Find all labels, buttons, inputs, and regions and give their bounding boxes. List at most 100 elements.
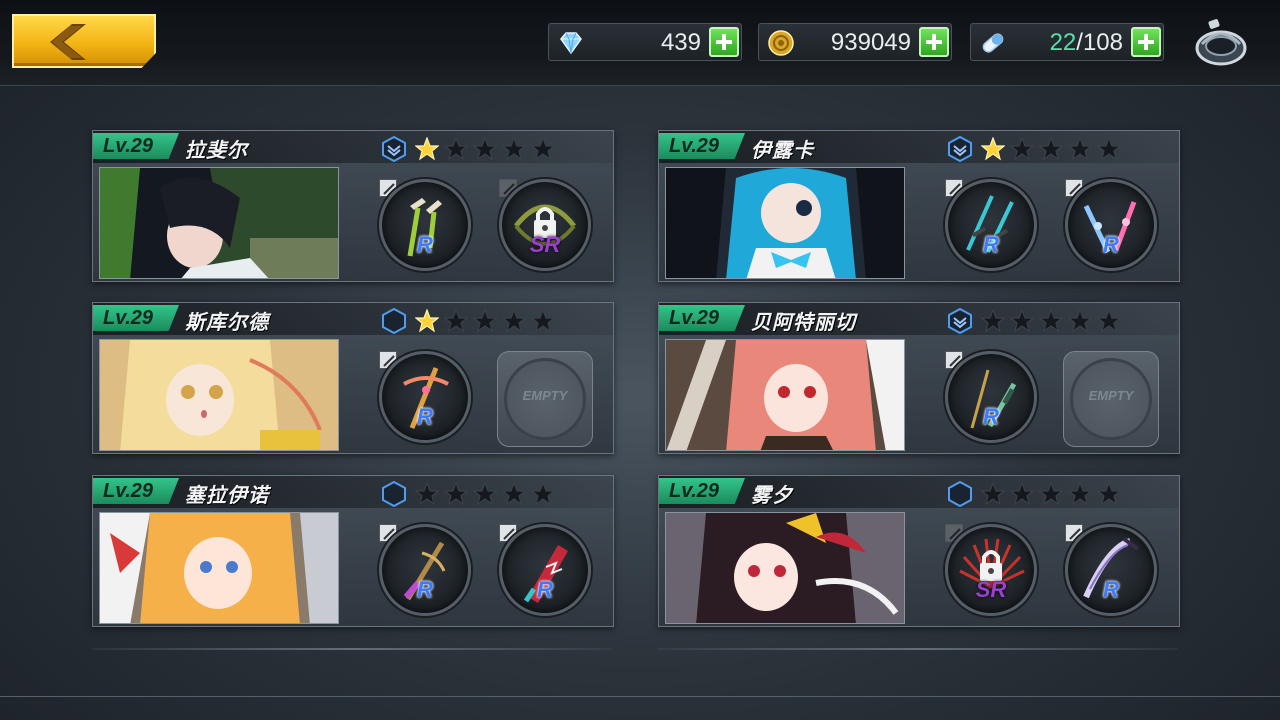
- star-rating: [415, 137, 555, 161]
- character-card[interactable]: Lv.29 塞拉伊诺 R R: [92, 475, 614, 627]
- star-rating: [415, 309, 555, 333]
- star-icon: [444, 482, 468, 506]
- equipment-slot-2[interactable]: R: [1065, 179, 1157, 271]
- star-icon: [981, 137, 1005, 161]
- coin-icon: [768, 30, 794, 56]
- equipment-slot-2[interactable]: R: [1065, 524, 1157, 616]
- character-name: 雾夕: [751, 483, 793, 507]
- star-icon: [1068, 309, 1092, 333]
- star-rating: [981, 309, 1121, 333]
- rarity-label: R: [417, 232, 433, 257]
- bottom-border: [0, 696, 1280, 697]
- rarity-label: SR: [975, 577, 1007, 602]
- star-icon: [473, 137, 497, 161]
- character-portrait[interactable]: [99, 167, 339, 279]
- character-card[interactable]: Lv.29 斯库尔德 R EMPTY: [92, 302, 614, 454]
- rarity-label: R: [417, 404, 433, 429]
- card-header: Lv.29 塞拉伊诺: [93, 476, 613, 508]
- star-icon: [415, 309, 439, 333]
- character-portrait[interactable]: [665, 167, 905, 279]
- character-portrait[interactable]: [665, 512, 905, 624]
- star-rating: [981, 137, 1121, 161]
- star-icon: [1068, 482, 1092, 506]
- star-icon: [981, 309, 1005, 333]
- card-header: Lv.29 贝阿特丽切: [659, 303, 1179, 335]
- star-icon: [473, 309, 497, 333]
- star-icon: [1097, 482, 1121, 506]
- level-badge: Lv.29: [93, 133, 179, 159]
- empty-equipment-slot[interactable]: EMPTY: [1063, 351, 1159, 447]
- star-icon: [981, 482, 1005, 506]
- top-bar: 439 939049 22/108: [0, 0, 1280, 86]
- rarity-label: R: [983, 232, 999, 257]
- equipment-slot-1[interactable]: R: [379, 351, 471, 443]
- settings-ring-icon: [1195, 19, 1247, 66]
- star-icon: [1068, 137, 1092, 161]
- star-icon: [1010, 137, 1034, 161]
- rarity-label: R: [1103, 232, 1119, 257]
- star-icon: [444, 309, 468, 333]
- star-icon: [415, 137, 439, 161]
- star-icon: [531, 309, 555, 333]
- character-card[interactable]: Lv.29 贝阿特丽切 R EMPTY: [658, 302, 1180, 454]
- character-name: 伊露卡: [751, 138, 814, 162]
- back-button[interactable]: [12, 14, 156, 68]
- character-name: 贝阿特丽切: [751, 310, 856, 334]
- equipment-slot-2[interactable]: SR: [499, 179, 591, 271]
- add-coins-button[interactable]: [919, 27, 949, 57]
- character-portrait[interactable]: [99, 512, 339, 624]
- level-badge: Lv.29: [659, 478, 745, 504]
- equipment-slot-1[interactable]: SR: [945, 524, 1037, 616]
- character-portrait[interactable]: [665, 339, 905, 451]
- empty-equipment-slot[interactable]: EMPTY: [497, 351, 593, 447]
- equipment-slot-2[interactable]: R: [499, 524, 591, 616]
- stamina-counter: 22/108: [970, 23, 1164, 61]
- star-icon: [502, 137, 526, 161]
- character-card[interactable]: Lv.29 伊露卡 R R: [658, 130, 1180, 282]
- level-badge: Lv.29: [93, 305, 179, 331]
- diamond-icon: [560, 32, 582, 55]
- rank-badge-icon: [948, 308, 972, 334]
- chevron-left-icon: [50, 24, 86, 60]
- empty-label: EMPTY: [522, 388, 568, 403]
- level-badge: Lv.29: [659, 305, 745, 331]
- list-divider: [92, 648, 612, 650]
- character-card[interactable]: Lv.29 雾夕 SR R: [658, 475, 1180, 627]
- rank-badge-icon: [382, 136, 406, 162]
- character-portrait[interactable]: [99, 339, 339, 451]
- rank-badge-icon: [382, 308, 406, 334]
- star-icon: [1039, 482, 1063, 506]
- gems-counter: 439: [548, 23, 742, 61]
- star-rating: [415, 482, 555, 506]
- level-badge: Lv.29: [659, 133, 745, 159]
- rank-badge-icon: [948, 481, 972, 507]
- stamina-value: 22/108: [1050, 28, 1123, 58]
- star-icon: [1010, 309, 1034, 333]
- star-icon: [415, 482, 439, 506]
- star-icon: [1097, 137, 1121, 161]
- character-card[interactable]: Lv.29 拉斐尔 R SR: [92, 130, 614, 282]
- equipment-slot-1[interactable]: R: [945, 351, 1037, 443]
- level-badge: Lv.29: [93, 478, 179, 504]
- equipment-slot-1[interactable]: R: [379, 179, 471, 271]
- list-divider: [658, 648, 1178, 650]
- equipment-slot-1[interactable]: R: [945, 179, 1037, 271]
- star-icon: [1039, 137, 1063, 161]
- star-icon: [531, 137, 555, 161]
- star-icon: [1039, 309, 1063, 333]
- rarity-label: R: [537, 577, 553, 602]
- settings-button[interactable]: [1192, 14, 1250, 70]
- gems-value: 439: [660, 29, 701, 56]
- pill-icon: [982, 33, 1004, 53]
- stamina-separator: /: [1076, 29, 1083, 56]
- character-name: 拉斐尔: [185, 138, 248, 162]
- character-name: 塞拉伊诺: [185, 483, 269, 507]
- add-stamina-button[interactable]: [1131, 27, 1161, 57]
- add-gems-button[interactable]: [709, 27, 739, 57]
- star-icon: [1097, 309, 1121, 333]
- stamina-max: 108: [1082, 29, 1123, 56]
- card-header: Lv.29 伊露卡: [659, 131, 1179, 163]
- star-icon: [502, 309, 526, 333]
- rank-badge-icon: [382, 481, 406, 507]
- equipment-slot-1[interactable]: R: [379, 524, 471, 616]
